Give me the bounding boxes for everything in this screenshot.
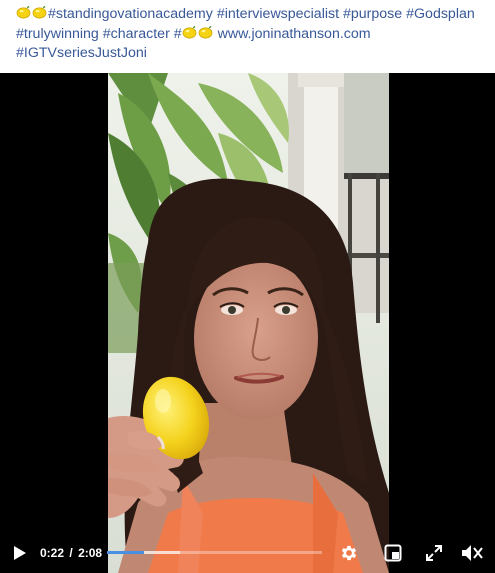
video-frame[interactable] [108,73,389,573]
muted-volume-icon [462,545,483,561]
progress-played [107,551,144,554]
settings-button[interactable] [338,542,360,564]
hashtag-link[interactable]: #IGTVseriesJustJoni [16,45,147,61]
lemon-emoji-icon [32,6,48,22]
duration: 2:08 [78,546,103,560]
picture-in-picture-button[interactable] [382,542,404,564]
hashtag-link[interactable]: #interviewspecialist [217,6,339,22]
video-player[interactable]: 0:22 / 2:08 [0,73,495,573]
hashtag-link[interactable]: #purpose [343,6,402,22]
hashtag-link[interactable]: #character [103,26,170,42]
caption-text: # [169,25,182,42]
volume-button[interactable] [460,542,486,564]
lemon-emoji-icon [182,25,197,38]
play-icon [14,546,26,560]
lemon-emoji-icon [198,25,213,38]
hashtag-link[interactable]: #Godsplan [406,6,475,22]
lemon-emoji-icon [16,6,32,22]
time-readout: 0:22 / 2:08 [40,546,102,560]
hashtag-link[interactable]: #standingovationacademy [48,6,213,22]
current-time: 0:22 [40,546,65,560]
lemon-emoji-icon [182,25,198,42]
website-link[interactable]: www.joninathanson.com [218,26,371,42]
video-post: #standingovationacademy #interviewspecia… [0,0,495,573]
video-still [108,73,389,573]
lemon-emoji-icon [198,25,214,42]
fullscreen-icon [426,545,442,561]
hashtag-link[interactable]: #trulywinning [16,26,99,42]
picture-in-picture-icon [384,544,402,562]
video-controls: 0:22 / 2:08 [0,533,495,573]
fullscreen-button[interactable] [423,542,445,564]
play-button[interactable] [10,543,30,563]
post-caption: #standingovationacademy #interviewspecia… [16,5,486,64]
lemon-emoji-icon [32,6,47,19]
lemon-emoji-icon [16,6,31,19]
progress-bar[interactable] [107,551,322,554]
gear-icon [341,545,357,561]
time-separator: / [69,546,73,560]
